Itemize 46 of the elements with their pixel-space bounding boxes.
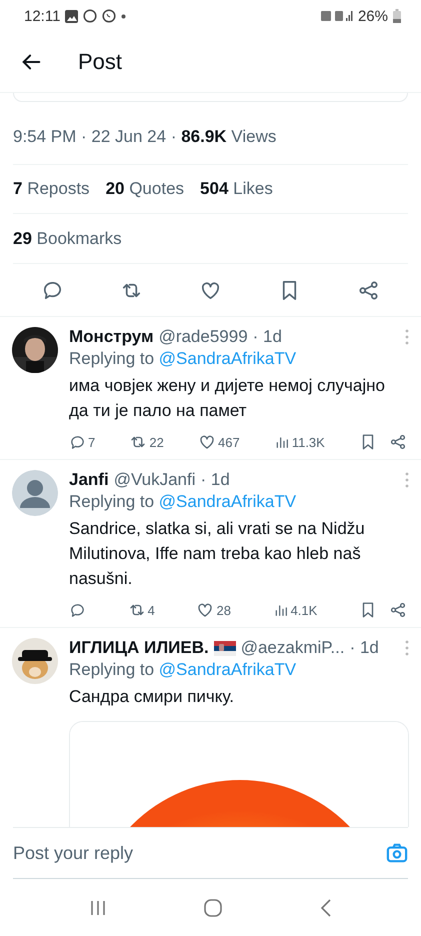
dot-icon: [121, 14, 126, 18]
like-count: 28: [216, 602, 231, 618]
engagement-stat[interactable]: 7 Reposts: [13, 179, 90, 199]
reply-text: има човјек жену и дијете немој случајно да ти је пало на памет: [69, 375, 386, 422]
engagement-stat[interactable]: 20 Quotes: [106, 179, 184, 199]
timestamp: · 1d: [350, 638, 379, 658]
author-name[interactable]: Монструм: [69, 327, 154, 347]
network-icon: [320, 10, 353, 22]
author-name[interactable]: ИГЛИЦА ИЛИЕВ.: [69, 638, 209, 658]
recent-apps-icon[interactable]: [88, 900, 107, 916]
reply-text: Сандра смири пичку.: [69, 686, 235, 708]
timestamp: · 1d: [200, 470, 230, 490]
battery-icon: [393, 9, 401, 23]
gallery-icon: [65, 10, 78, 22]
replying-to-label: Replying to: [69, 660, 154, 679]
status-time: 12:11: [24, 8, 60, 24]
default-avatar-icon: [12, 470, 58, 516]
reply-icon: [69, 434, 86, 450]
repost-count: 4: [148, 602, 155, 618]
author-handle[interactable]: @rade5999: [158, 327, 248, 347]
author-handle[interactable]: @VukJanfi: [114, 470, 196, 490]
back-nav-icon[interactable]: [320, 898, 332, 916]
reply-text: Sandrice, slatka si, ali vrati se na Nidžu Milutinova, Iffe nam treba kao hleb naš nasušni.: [69, 518, 366, 590]
bookmark-stat[interactable]: 29 Bookmarks: [13, 228, 122, 248]
author-name[interactable]: Janfi: [69, 470, 109, 490]
engagement-stat[interactable]: 504 Likes: [200, 179, 273, 199]
repost-count: 22: [149, 434, 164, 450]
share-icon: [357, 278, 380, 302]
heart-icon: [196, 601, 214, 619]
post-timestamp: 9:54 PM · 22 Jun 24 · 86.9K Views: [13, 127, 276, 147]
replying-to-label: Replying to: [69, 492, 154, 511]
timestamp: · 1d: [252, 327, 282, 347]
author-handle[interactable]: @aezakmiP...: [240, 638, 345, 658]
share-icon: [388, 433, 407, 451]
heart-icon: [198, 433, 216, 451]
reply-count: 7: [88, 434, 96, 450]
replying-to-label: Replying to: [69, 349, 154, 368]
page-title: Post: [78, 49, 122, 75]
share-icon: [388, 601, 407, 619]
view-count: 11.3K: [292, 434, 325, 450]
reply-icon: [69, 602, 86, 618]
home-icon[interactable]: [204, 898, 222, 916]
view-count: 4.1K: [290, 602, 318, 618]
battery-level: 26%: [358, 8, 388, 24]
like-count: 467: [218, 434, 240, 450]
camera-icon[interactable]: [386, 843, 408, 863]
